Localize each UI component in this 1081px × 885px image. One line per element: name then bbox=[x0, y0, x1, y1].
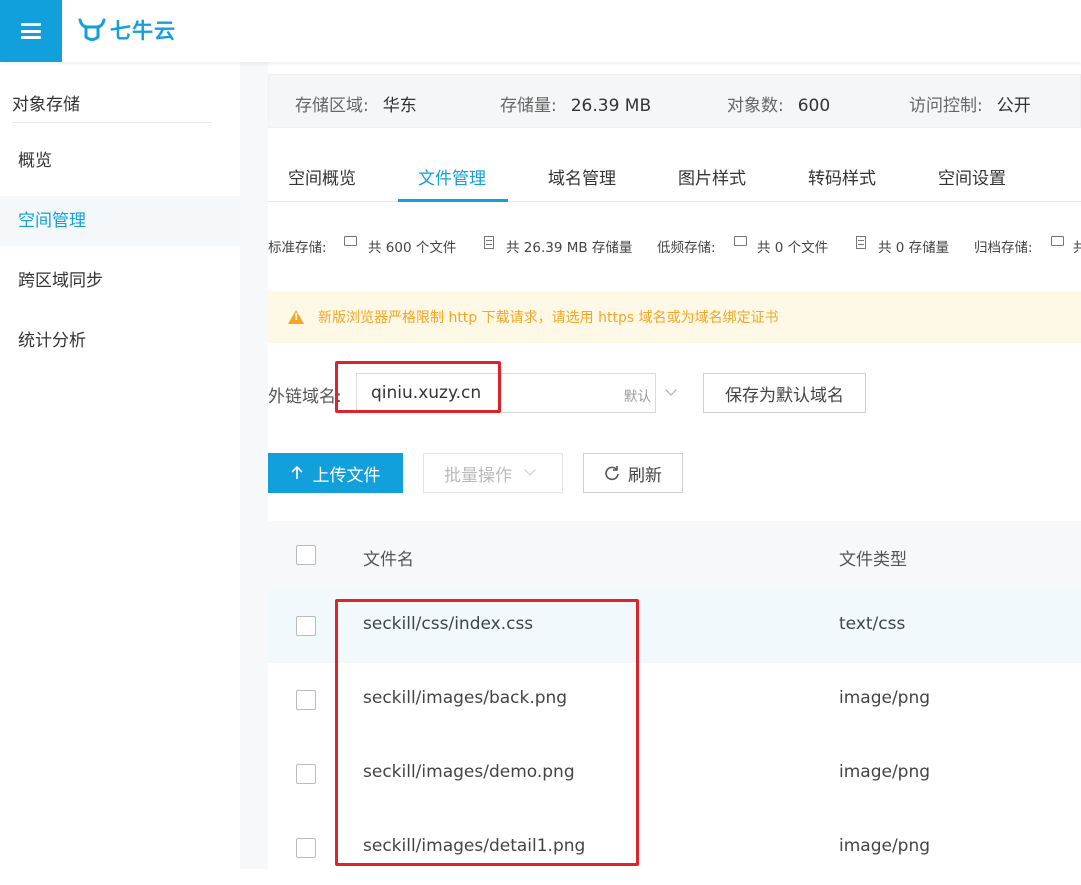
low-frequency-size: 共 0 存储量 bbox=[878, 240, 950, 256]
file-type: image/png bbox=[839, 836, 931, 856]
content-panel: 存储区域: 华东 存储量: 26.39 MB 对象数: 600 访问控制: 公开 空间概… bbox=[268, 62, 1081, 885]
tab-space-overview[interactable]: 空间概览 bbox=[288, 164, 356, 189]
select-all-checkbox[interactable] bbox=[296, 545, 316, 565]
sidebar: 对象存储 概览 空间管理 跨区域同步 统计分析 bbox=[0, 62, 240, 869]
chevron-down-icon bbox=[524, 464, 536, 476]
warning-icon bbox=[288, 310, 304, 324]
domain-select[interactable]: qiniu.xuzy.cn 默认 bbox=[356, 373, 677, 413]
sidebar-item-bucket-management[interactable]: 空间管理 bbox=[0, 196, 240, 246]
domain-label: 外链域名: bbox=[268, 387, 342, 407]
low-frequency-label: 低频存储: bbox=[657, 240, 716, 256]
chevron-down-icon bbox=[665, 384, 677, 396]
sidebar-item-statistics[interactable]: 统计分析 bbox=[0, 316, 240, 366]
stat-object-count: 对象数: 600 bbox=[727, 96, 831, 116]
refresh-icon bbox=[605, 466, 619, 481]
warning-text: 新版浏览器严格限制 http 下载请求，请选用 https 域名或为域名绑定证书 bbox=[318, 310, 779, 326]
tab-image-styles[interactable]: 图片样式 bbox=[678, 164, 746, 189]
batch-operations-label: 批量操作 bbox=[444, 465, 512, 486]
disk-icon bbox=[856, 236, 866, 249]
file-name[interactable]: seckill/images/detail1.png bbox=[363, 836, 585, 856]
file-name[interactable]: seckill/images/demo.png bbox=[363, 762, 575, 782]
top-bar: 七牛云 bbox=[0, 0, 1081, 62]
bucket-stats-bar: 存储区域: 华东 存储量: 26.39 MB 对象数: 600 访问控制: 公开 bbox=[268, 74, 1081, 128]
refresh-label: 刷新 bbox=[628, 465, 662, 486]
logo[interactable]: 七牛云 bbox=[78, 14, 176, 46]
stat-region: 存储区域: 华东 bbox=[295, 96, 417, 116]
save-default-domain-button[interactable]: 保存为默认域名 bbox=[703, 373, 866, 413]
folder-icon bbox=[734, 236, 747, 246]
main-area: 存储区域: 华东 存储量: 26.39 MB 对象数: 600 访问控制: 公开 空间概… bbox=[240, 62, 1081, 885]
tab-space-settings[interactable]: 空间设置 bbox=[938, 164, 1006, 189]
tab-file-management[interactable]: 文件管理 bbox=[418, 164, 486, 189]
file-type: image/png bbox=[839, 688, 931, 708]
row-checkbox[interactable] bbox=[296, 690, 316, 710]
refresh-button[interactable]: 刷新 bbox=[583, 453, 683, 493]
menu-icon bbox=[21, 23, 41, 39]
table-header: 文件名 文件类型 bbox=[268, 521, 1081, 589]
row-checkbox[interactable] bbox=[296, 616, 316, 636]
table-row[interactable]: seckill/css/index.css text/css bbox=[268, 589, 1081, 663]
active-tab-indicator bbox=[398, 199, 508, 202]
domain-row: 外链域名: qiniu.xuzy.cn 默认 保存为默认域名 bbox=[268, 373, 1081, 413]
upload-file-button[interactable]: 上传文件 bbox=[268, 453, 403, 493]
sidebar-divider bbox=[12, 122, 212, 123]
https-warning-banner: 新版浏览器严格限制 http 下载请求，请选用 https 域名或为域名绑定证书 bbox=[268, 291, 1081, 343]
file-name[interactable]: seckill/images/back.png bbox=[363, 688, 567, 708]
disk-icon bbox=[484, 236, 494, 249]
file-type: text/css bbox=[839, 614, 906, 634]
file-actions: 上传文件 批量操作 刷新 bbox=[268, 453, 1081, 493]
file-type: image/png bbox=[839, 762, 931, 782]
sidebar-item-overview[interactable]: 概览 bbox=[0, 136, 240, 186]
upload-file-label: 上传文件 bbox=[312, 465, 381, 486]
table-row[interactable]: seckill/images/demo.png image/png bbox=[268, 737, 1081, 811]
logo-text: 七牛云 bbox=[110, 19, 176, 43]
standard-storage-size: 共 26.39 MB 存储量 bbox=[506, 240, 633, 256]
tab-domain-management[interactable]: 域名管理 bbox=[548, 164, 616, 189]
stat-access-control: 访问控制: 公开 bbox=[909, 96, 1031, 116]
table-row[interactable]: seckill/images/detail1.png image/png bbox=[268, 811, 1081, 885]
folder-icon bbox=[1051, 236, 1064, 246]
batch-operations-button[interactable]: 批量操作 bbox=[423, 453, 563, 493]
standard-storage-label: 标准存储: bbox=[268, 240, 327, 256]
file-name[interactable]: seckill/css/index.css bbox=[363, 614, 533, 634]
sidebar-title: 对象存储 bbox=[12, 95, 80, 115]
folder-icon bbox=[344, 236, 357, 246]
column-header-filename: 文件名 bbox=[363, 550, 414, 570]
arrow-up-icon bbox=[290, 466, 303, 479]
table-row[interactable]: seckill/images/back.png image/png bbox=[268, 663, 1081, 737]
default-tag: 默认 bbox=[624, 389, 651, 405]
bull-logo-icon bbox=[78, 18, 106, 41]
column-header-filetype: 文件类型 bbox=[839, 550, 907, 570]
row-checkbox[interactable] bbox=[296, 764, 316, 784]
stat-storage-size: 存储量: 26.39 MB bbox=[500, 96, 652, 116]
archive-storage-label: 归档存储: bbox=[974, 240, 1033, 256]
low-frequency-file-count: 共 0 个文件 bbox=[757, 240, 829, 256]
hamburger-menu-button[interactable] bbox=[0, 0, 62, 62]
row-checkbox[interactable] bbox=[296, 838, 316, 858]
domain-value: qiniu.xuzy.cn bbox=[371, 383, 482, 403]
bucket-tabs: 空间概览 文件管理 域名管理 图片样式 转码样式 空间设置 bbox=[268, 146, 1081, 202]
sidebar-item-cross-region-sync[interactable]: 跨区域同步 bbox=[0, 256, 240, 306]
tab-transcode-styles[interactable]: 转码样式 bbox=[808, 164, 876, 189]
storage-info-line: 标准存储: 共 600 个文件 共 26.39 MB 存储量 低频存储: 共 0… bbox=[268, 234, 1081, 256]
archive-file-count: 共 bbox=[1073, 240, 1081, 256]
standard-file-count: 共 600 个文件 bbox=[368, 240, 457, 256]
